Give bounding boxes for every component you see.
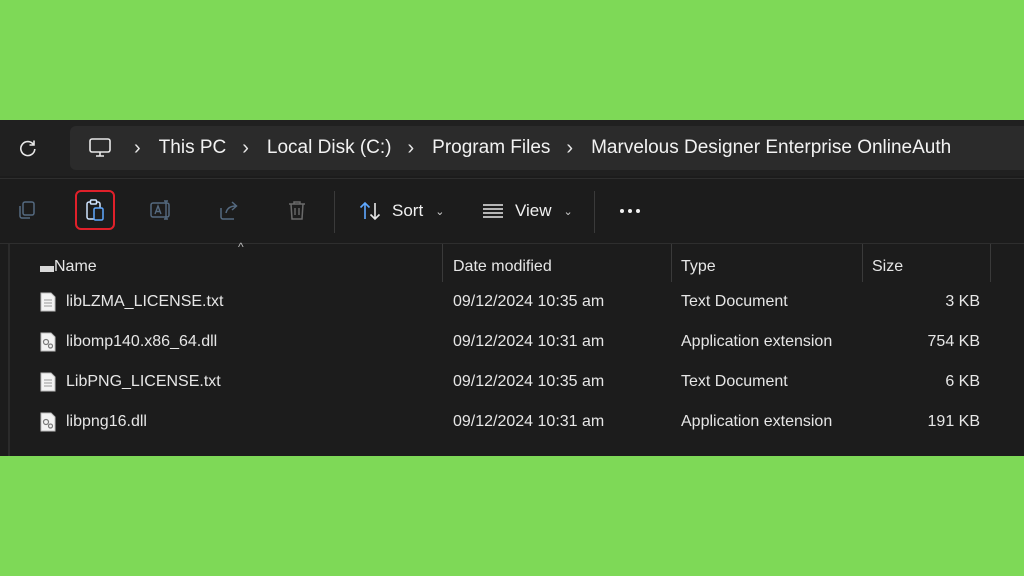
copy-icon <box>19 201 35 219</box>
file-date: 09/12/2024 10:35 am <box>453 373 605 390</box>
share-icon <box>220 201 238 220</box>
chevron-down-icon: ⌄ <box>435 205 445 218</box>
dot-icon <box>620 209 624 213</box>
dot-icon <box>636 209 640 213</box>
file-name: libLZMA_LICENSE.txt <box>66 293 224 310</box>
file-size: 754 KB <box>927 333 980 350</box>
file-type: Application extension <box>681 333 833 350</box>
file-name: libpng16.dll <box>66 413 147 430</box>
file-type: Application extension <box>681 413 833 430</box>
share-button[interactable] <box>211 192 247 228</box>
table-row[interactable]: libLZMA_LICENSE.txt 09/12/2024 10:35 am … <box>0 282 1024 322</box>
sort-label: Sort <box>392 201 424 220</box>
file-size: 191 KB <box>927 413 980 430</box>
file-name: libomp140.x86_64.dll <box>66 333 218 350</box>
trash-icon <box>289 201 305 220</box>
table-row-partial[interactable] <box>0 262 1024 274</box>
file-size: 3 KB <box>945 293 980 310</box>
paste-button[interactable] <box>75 190 115 230</box>
chevron-right-icon[interactable]: › <box>134 137 141 160</box>
dll-file-icon <box>40 266 54 272</box>
dll-file-icon <box>40 412 56 432</box>
table-row[interactable]: LibPNG_LICENSE.txt 09/12/2024 10:35 am T… <box>0 362 1024 402</box>
file-explorer-window: › This PC › Local Disk (C:) › Program Fi… <box>0 120 1024 456</box>
chevron-down-icon: ⌄ <box>563 205 573 218</box>
breadcrumb: › This PC › Local Disk (C:) › Program Fi… <box>70 126 1024 170</box>
file-list: libLZMA_LICENSE.txt 09/12/2024 10:35 am … <box>0 266 1024 456</box>
text-file-icon <box>40 372 56 392</box>
view-button[interactable]: View ⌄ <box>481 195 573 227</box>
chevron-right-icon[interactable]: › <box>408 137 415 160</box>
address-bar: › This PC › Local Disk (C:) › Program Fi… <box>0 120 1024 176</box>
view-label: View <box>515 201 552 220</box>
this-pc-icon[interactable] <box>88 137 112 159</box>
table-row[interactable]: libpng16.dll 09/12/2024 10:31 am Applica… <box>0 402 1024 442</box>
crumb-program-files[interactable]: Program Files <box>432 137 550 159</box>
crumb-this-pc[interactable]: This PC <box>159 137 227 159</box>
dot-icon <box>628 209 632 213</box>
delete-button[interactable] <box>279 192 315 228</box>
command-bar: Sort ⌄ View ⌄ <box>0 178 1024 244</box>
text-file-icon <box>40 292 56 312</box>
dll-file-icon <box>40 332 56 352</box>
crumb-local-disk[interactable]: Local Disk (C:) <box>267 137 392 159</box>
refresh-icon <box>20 140 36 157</box>
copy-button[interactable] <box>9 192 45 228</box>
paste-icon <box>86 199 104 221</box>
file-date: 09/12/2024 10:35 am <box>453 293 605 310</box>
crumb-current-folder[interactable]: Marvelous Designer Enterprise OnlineAuth <box>591 137 951 159</box>
file-date: 09/12/2024 10:31 am <box>453 333 605 350</box>
toolbar-divider <box>334 191 335 233</box>
more-options-button[interactable] <box>612 197 648 225</box>
file-name: LibPNG_LICENSE.txt <box>66 373 221 390</box>
sort-icon <box>359 201 381 221</box>
rename-button[interactable] <box>143 192 179 228</box>
table-row[interactable]: libomp140.x86_64.dll 09/12/2024 10:31 am… <box>0 322 1024 362</box>
file-type: Text Document <box>681 373 788 390</box>
chevron-right-icon[interactable]: › <box>566 137 573 160</box>
refresh-button[interactable] <box>12 132 44 164</box>
sort-button[interactable]: Sort ⌄ <box>358 195 444 227</box>
sort-ascending-icon: ^ <box>238 240 244 254</box>
file-size: 6 KB <box>945 373 980 390</box>
view-icon <box>483 204 503 218</box>
file-date: 09/12/2024 10:31 am <box>453 413 605 430</box>
toolbar-divider <box>594 191 595 233</box>
rename-icon <box>150 200 170 220</box>
chevron-right-icon[interactable]: › <box>242 137 249 160</box>
file-type: Text Document <box>681 293 788 310</box>
